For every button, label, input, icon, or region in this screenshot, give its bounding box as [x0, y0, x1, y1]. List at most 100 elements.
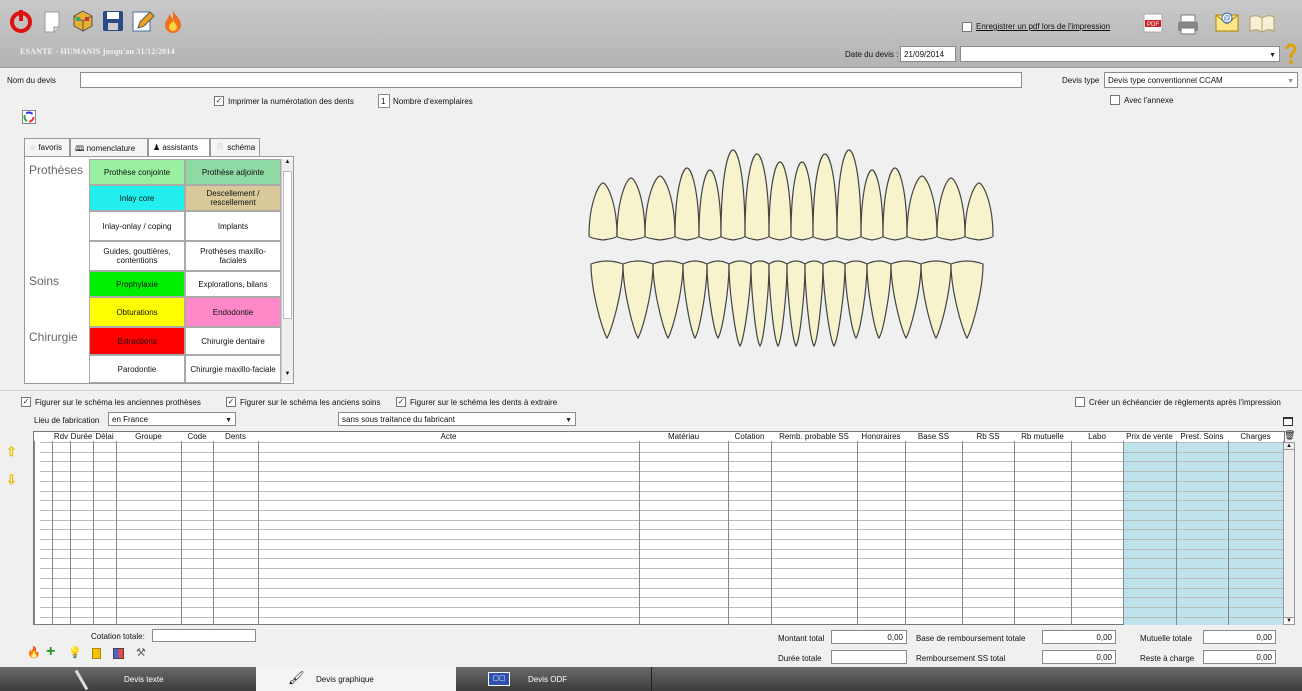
upper-tooth[interactable] — [588, 182, 618, 241]
upper-tooth[interactable] — [790, 161, 814, 241]
assistant-button[interactable]: Guides, gouttières, contentions — [89, 241, 185, 271]
date-field[interactable]: 21/09/2014 — [900, 46, 956, 62]
lower-tooth[interactable] — [786, 260, 806, 348]
add-icon[interactable]: + — [46, 643, 55, 661]
lower-tooth[interactable] — [890, 260, 922, 340]
book-icon[interactable] — [1248, 12, 1276, 34]
tab-assistants[interactable]: ♟ assistants — [148, 138, 210, 157]
table-row[interactable] — [40, 617, 1283, 618]
pdf-icon[interactable]: PDF — [1142, 12, 1164, 34]
assistant-button[interactable]: Descellement / rescellement — [185, 185, 281, 211]
upper-tooth[interactable] — [964, 182, 994, 241]
assistant-button[interactable]: Implants — [185, 211, 281, 241]
table-row[interactable] — [40, 578, 1283, 579]
table-row[interactable] — [40, 588, 1283, 589]
assistant-button[interactable]: Prothèse conjointe — [89, 159, 185, 185]
dental-chart[interactable] — [585, 128, 1025, 370]
tab-devis-texte[interactable]: Devis texte — [16, 667, 256, 691]
table-row[interactable] — [40, 442, 1283, 443]
lower-tooth[interactable] — [950, 260, 984, 340]
upper-tooth[interactable] — [674, 167, 700, 241]
column-header[interactable]: Acte — [409, 432, 489, 441]
lower-tooth[interactable] — [706, 260, 730, 340]
assistant-button[interactable]: Obturations — [89, 297, 185, 327]
scroll-thumb[interactable] — [283, 171, 292, 319]
nom-devis-input[interactable] — [80, 72, 1022, 88]
upper-tooth[interactable] — [882, 167, 908, 241]
lower-tooth[interactable] — [866, 260, 892, 340]
table-row[interactable] — [40, 597, 1283, 598]
lieu-select[interactable]: en France ▼ — [108, 412, 236, 426]
upper-tooth[interactable] — [698, 169, 722, 241]
lower-tooth[interactable] — [652, 260, 684, 340]
echeancier-checkbox[interactable] — [1075, 397, 1085, 407]
flame-icon[interactable] — [160, 8, 186, 34]
maximize-icon[interactable] — [1283, 417, 1293, 426]
upper-tooth[interactable] — [936, 177, 966, 241]
lower-tooth[interactable] — [728, 260, 752, 348]
assistant-button[interactable]: Inlay-onlay / coping — [89, 211, 185, 241]
upper-tooth[interactable] — [836, 149, 862, 241]
anciennes-protheses-checkbox[interactable]: ✓ — [21, 397, 31, 407]
soustraitance-select[interactable]: sans sous traitance du fabricant ▼ — [338, 412, 576, 426]
table-row[interactable] — [40, 452, 1283, 453]
table-row[interactable] — [40, 500, 1283, 501]
table-row[interactable] — [40, 491, 1283, 492]
table-row[interactable] — [40, 481, 1283, 482]
table-row[interactable] — [40, 568, 1283, 569]
assistant-button[interactable]: Parodontie — [89, 355, 185, 383]
table-row[interactable] — [40, 471, 1283, 472]
assistant-button[interactable]: Explorations, bilans — [185, 271, 281, 297]
upper-tooth[interactable] — [906, 175, 938, 241]
email-icon[interactable]: @ — [1214, 10, 1240, 34]
assistant-button[interactable]: Prothèses maxillo-faciales — [185, 241, 281, 271]
upper-tooth[interactable] — [644, 175, 676, 241]
edit-icon[interactable] — [130, 8, 156, 34]
tool-icon[interactable]: ⚒ — [136, 646, 146, 659]
assistant-button[interactable]: Chirurgie dentaire — [185, 327, 281, 355]
lower-tooth[interactable] — [768, 260, 788, 348]
assistants-scrollbar[interactable]: ▲ ▼ — [281, 159, 293, 381]
save-icon[interactable] — [100, 8, 126, 34]
avec-annexe-checkbox[interactable] — [1110, 95, 1120, 105]
tab-devis-odf[interactable]: ▢▢ Devis ODF — [456, 667, 652, 691]
assistant-button[interactable]: Prophylaxie — [89, 271, 185, 297]
column-header[interactable]: Dents — [196, 432, 276, 441]
lower-tooth[interactable] — [590, 260, 624, 340]
dents-extraire-checkbox[interactable]: ✓ — [396, 397, 406, 407]
flame-icon[interactable]: 🔥 — [27, 646, 41, 659]
lower-tooth[interactable] — [920, 260, 952, 340]
upper-tooth[interactable] — [744, 153, 770, 241]
table-scrollbar[interactable]: ▲ ▼ — [1283, 442, 1295, 625]
table-row[interactable] — [40, 520, 1283, 521]
new-document-icon[interactable] — [40, 8, 66, 34]
table-row[interactable] — [40, 549, 1283, 550]
scroll-down-icon[interactable]: ▼ — [282, 371, 293, 381]
lower-tooth[interactable] — [682, 260, 708, 340]
printer-icon[interactable] — [1174, 12, 1202, 36]
devis-type-select[interactable]: Devis type conventionnel CCAM ▼ — [1104, 72, 1298, 88]
table-row[interactable] — [40, 558, 1283, 559]
table-row[interactable] — [40, 539, 1283, 540]
devis-select[interactable]: ▼ — [960, 46, 1280, 62]
table-row[interactable] — [40, 607, 1283, 608]
lower-tooth[interactable] — [844, 260, 868, 340]
tab-favoris[interactable]: ☆ favoris — [24, 138, 70, 157]
delete-icon[interactable]: 🗑 — [1284, 431, 1295, 441]
cube-icon[interactable] — [70, 8, 96, 34]
table-row[interactable] — [40, 529, 1283, 530]
pdf-option-checkbox[interactable] — [962, 22, 972, 32]
tab-devis-graphique[interactable]: 🖌 Devis graphique — [256, 667, 456, 691]
lower-tooth[interactable] — [822, 260, 846, 348]
table-row[interactable] — [40, 461, 1283, 462]
tab-schema[interactable]: 🦷 schéma — [210, 138, 260, 157]
lightbulb-icon[interactable]: 💡 — [68, 646, 82, 659]
scroll-up-icon[interactable]: ▲ — [1284, 443, 1294, 450]
note-icon[interactable] — [92, 648, 101, 659]
assistant-button[interactable]: Extractions — [89, 327, 185, 355]
lower-tooth[interactable] — [622, 260, 654, 340]
upper-tooth[interactable] — [616, 177, 646, 241]
assistant-button[interactable]: Chirurgie maxillo-faciale — [185, 355, 281, 383]
move-up-icon[interactable]: ⇧ — [6, 444, 17, 460]
move-down-icon[interactable]: ⇩ — [6, 472, 17, 488]
